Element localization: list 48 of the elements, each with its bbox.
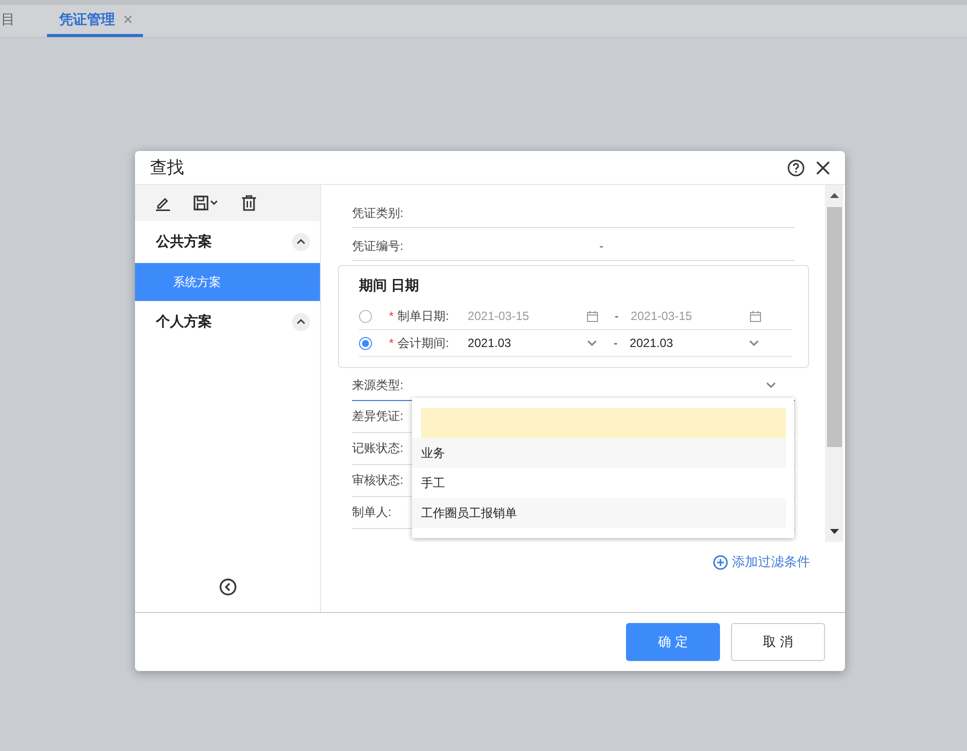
field-label: 制单日期:	[398, 308, 450, 324]
calendar-icon[interactable]	[586, 310, 599, 322]
cancel-button[interactable]: 取 消	[731, 623, 825, 661]
plus-circle-icon[interactable]	[713, 554, 728, 570]
panel-title: 期间 日期	[359, 276, 420, 295]
dropdown-option[interactable]: 工作圈员工报销单	[412, 498, 786, 528]
scroll-down-icon[interactable]	[830, 529, 839, 535]
confirm-button[interactable]: 确 定	[626, 623, 720, 661]
field-label: 差异凭证:	[352, 408, 404, 425]
required-mark: *	[389, 309, 394, 323]
scheme-group-label: 个人方案	[156, 313, 212, 331]
field-label: 来源类型:	[352, 376, 404, 394]
field-label: 会计期间:	[398, 334, 450, 352]
tab[interactable]: 凭证管理 ×	[47, 10, 143, 37]
radio-button[interactable]	[359, 310, 372, 322]
range-separator: -	[614, 309, 619, 323]
range-separator: -	[599, 239, 604, 253]
scheme-group-label: 公共方案	[156, 233, 212, 251]
collapse-icon[interactable]	[292, 233, 310, 251]
field-label: 审核状态:	[352, 472, 404, 489]
field-label: 凭证编号:	[352, 238, 404, 254]
scrollbar[interactable]	[825, 185, 843, 542]
calendar-icon[interactable]	[748, 310, 762, 322]
field-label: 凭证类别:	[352, 204, 404, 222]
radio-button[interactable]	[359, 336, 372, 350]
dialog-title: 查找	[150, 157, 185, 179]
range-separator: -	[614, 336, 618, 350]
close-tab-button[interactable]: ×	[123, 10, 133, 30]
trash-icon[interactable]	[241, 195, 257, 211]
field-label: 记账状态:	[352, 440, 404, 457]
scheme-item[interactable]: 系统方案	[135, 263, 320, 301]
field-label: 制单人:	[352, 504, 392, 521]
dropdown-option[interactable]: 手工	[412, 468, 786, 498]
collapse-icon[interactable]	[292, 313, 310, 331]
close-icon[interactable]	[815, 160, 831, 176]
to-value[interactable]: 2021-03-15	[630, 309, 749, 323]
from-value[interactable]: 2021-03-15	[468, 309, 586, 323]
required-mark: *	[389, 336, 394, 350]
scroll-up-icon[interactable]	[830, 192, 839, 198]
to-value[interactable]: 2021.03	[630, 336, 748, 350]
menu-text[interactable]: 目	[0, 11, 47, 37]
help-icon[interactable]	[787, 158, 805, 176]
pencil-icon[interactable]	[155, 195, 171, 211]
add-filter-link[interactable]: 添加过滤条件	[732, 553, 810, 571]
save-icon[interactable]	[193, 195, 219, 211]
from-value[interactable]: 2021.03	[468, 336, 586, 350]
collapse-sidebar-icon[interactable]	[218, 578, 236, 596]
dropdown-option[interactable]: 业务	[412, 438, 786, 468]
